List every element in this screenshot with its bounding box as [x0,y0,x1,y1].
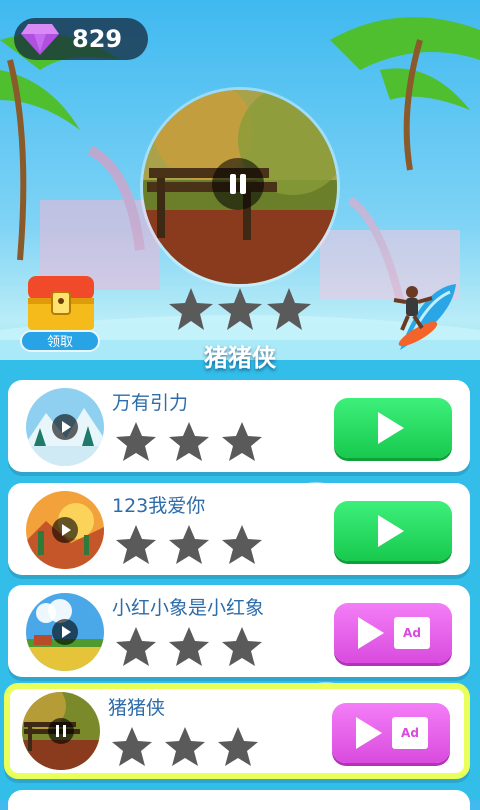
song-title: 猪猪侠 [108,697,166,719]
play-icon [378,412,404,444]
star-icon [169,627,209,666]
star-icon [169,525,209,564]
play-icon [358,617,384,649]
star-icon [218,288,262,330]
play-button[interactable] [334,398,452,458]
song-title: 万有引力 [112,392,189,414]
song-card-current[interactable]: 猪猪侠 Ad [4,683,470,779]
ad-video-icon: Ad [394,617,430,649]
star-icon [222,627,262,666]
gem-count: 829 [72,25,123,53]
song-card[interactable]: 小红小象是小红象 Ad [8,585,470,677]
ad-play-button[interactable]: Ad [334,603,452,663]
play-icon [356,717,382,749]
play-button[interactable] [334,501,452,561]
treasure-chest-icon [28,276,94,330]
star-icon [222,422,262,461]
song-title: 123我爱你 [112,495,206,517]
star-icon [116,422,156,461]
song-card-partial[interactable] [8,790,470,810]
song-title: 小红小象是小红象 [112,597,265,619]
song-stars [116,525,262,564]
ad-video-icon: Ad [392,717,428,749]
star-icon [112,727,152,766]
now-playing-title: 猪猪侠 [204,344,276,372]
star-icon [267,288,311,330]
now-playing-stars [169,288,311,330]
pause-icon[interactable] [48,718,74,744]
play-icon[interactable] [52,517,78,543]
play-icon [378,515,404,547]
star-icon [169,288,213,330]
song-card[interactable]: 万有引力 [8,380,470,472]
star-icon [116,525,156,564]
song-card[interactable]: 123我爱你 [8,483,470,575]
star-icon [218,727,258,766]
song-stars [112,727,258,766]
song-stars [116,627,262,666]
star-icon [169,422,209,461]
play-icon[interactable] [52,619,78,645]
ad-play-button[interactable]: Ad [332,703,450,763]
song-stars [116,422,262,461]
gem-icon [21,24,59,55]
star-icon [116,627,156,666]
pause-button[interactable] [212,158,264,210]
play-icon[interactable] [52,414,78,440]
gem-counter[interactable]: 829 [14,18,148,60]
star-icon [222,525,262,564]
star-icon [165,727,205,766]
